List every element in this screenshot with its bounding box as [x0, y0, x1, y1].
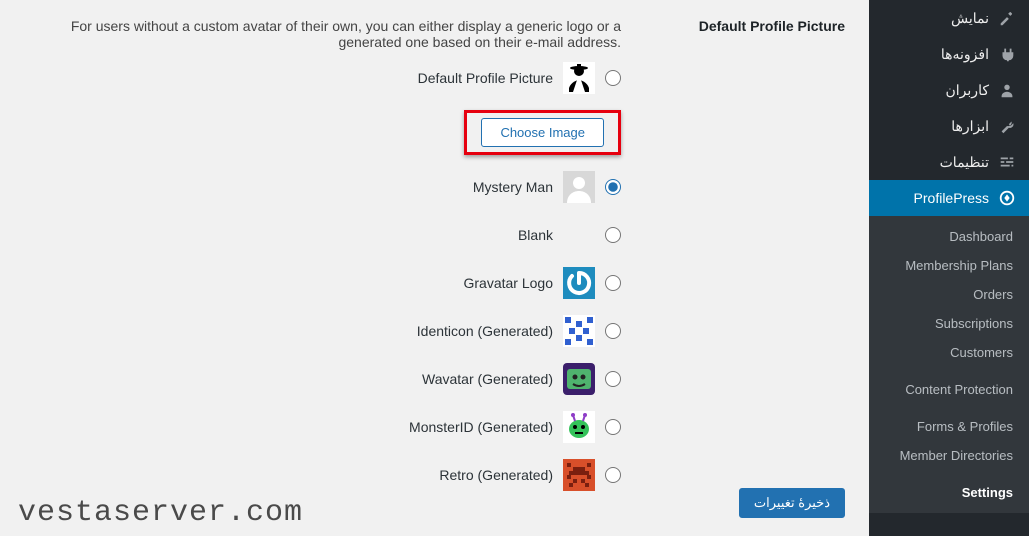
monsterid-icon — [563, 411, 595, 443]
submenu-orders[interactable]: Orders — [869, 280, 1029, 309]
sidebar-item-tools[interactable]: ابزارها — [869, 108, 1029, 144]
brush-icon — [997, 8, 1017, 28]
option-label: Mystery Man — [473, 179, 553, 195]
radio-gravatar[interactable] — [605, 275, 621, 291]
radio-mystery-man[interactable] — [605, 179, 621, 195]
option-gravatar-logo[interactable]: Gravatar Logo — [464, 267, 622, 299]
submenu-subscriptions[interactable]: Subscriptions — [869, 309, 1029, 338]
wrench-icon — [997, 116, 1017, 136]
radio-monsterid[interactable] — [605, 419, 621, 435]
radio-default[interactable] — [605, 70, 621, 86]
option-label: Retro (Generated) — [439, 467, 553, 483]
retro-icon — [563, 459, 595, 491]
choose-image-row: Choose Image — [464, 110, 621, 155]
watermark-text: vestaserver.com — [18, 496, 303, 530]
option-mystery-man[interactable]: Mystery Man — [473, 171, 621, 203]
submenu-member-directories[interactable]: Member Directories — [869, 441, 1029, 470]
option-label: Wavatar (Generated) — [422, 371, 553, 387]
wavatar-icon — [563, 363, 595, 395]
submenu-forms-profiles[interactable]: Forms & Profiles — [869, 412, 1029, 441]
default-avatar-icon — [563, 62, 595, 94]
sidebar-item-users[interactable]: کاربران — [869, 72, 1029, 108]
option-label: Default Profile Picture — [418, 70, 553, 86]
submenu-customers[interactable]: Customers — [869, 338, 1029, 367]
radio-identicon[interactable] — [605, 323, 621, 339]
option-blank[interactable]: Blank — [518, 219, 621, 251]
section-title: Default Profile Picture — [645, 18, 845, 491]
sidebar-item-profilepress[interactable]: ProfilePress — [869, 180, 1029, 216]
identicon-icon — [563, 315, 595, 347]
gravatar-logo-icon — [563, 267, 595, 299]
radio-retro[interactable] — [605, 467, 621, 483]
sidebar-label: کاربران — [946, 82, 989, 99]
highlight-box: Choose Image — [464, 110, 621, 155]
submenu-membership-plans[interactable]: Membership Plans — [869, 251, 1029, 280]
option-label: MonsterID (Generated) — [409, 419, 553, 435]
option-identicon[interactable]: Identicon (Generated) — [417, 315, 621, 347]
submenu: Dashboard Membership Plans Orders Subscr… — [869, 216, 1029, 513]
plug-icon — [997, 44, 1017, 64]
option-default-picture[interactable]: Default Profile Picture — [418, 62, 621, 94]
mystery-man-icon — [563, 171, 595, 203]
option-retro[interactable]: Retro (Generated) — [439, 459, 621, 491]
help-text: For users without a custom avatar of the… — [24, 18, 621, 50]
submenu-dashboard[interactable]: Dashboard — [869, 222, 1029, 251]
sidebar-label: ابزارها — [951, 118, 989, 135]
sidebar-label: نمایش — [951, 10, 989, 27]
main-content: Default Profile Picture For users withou… — [0, 0, 869, 536]
submenu-settings[interactable]: Settings — [869, 478, 1029, 507]
blank-icon — [563, 219, 595, 251]
radio-blank[interactable] — [605, 227, 621, 243]
user-icon — [997, 80, 1017, 100]
submenu-content-protection[interactable]: Content Protection — [869, 375, 1029, 404]
sidebar-label: تنظیمات — [940, 154, 989, 171]
sidebar-item-plugins[interactable]: افزونه‌ها — [869, 36, 1029, 72]
sidebar-label: افزونه‌ها — [941, 46, 989, 63]
option-wavatar[interactable]: Wavatar (Generated) — [422, 363, 621, 395]
radio-wavatar[interactable] — [605, 371, 621, 387]
profilepress-icon — [997, 188, 1017, 208]
admin-sidebar: نمایش افزونه‌ها کاربران ابزارها تنظیمات … — [869, 0, 1029, 536]
option-label: Gravatar Logo — [464, 275, 554, 291]
sidebar-item-appearance[interactable]: نمایش — [869, 0, 1029, 36]
option-monsterid[interactable]: MonsterID (Generated) — [409, 411, 621, 443]
choose-image-button[interactable]: Choose Image — [481, 118, 604, 147]
sidebar-label: ProfilePress — [914, 190, 989, 206]
sidebar-item-settings[interactable]: تنظیمات — [869, 144, 1029, 180]
option-label: Blank — [518, 227, 553, 243]
save-button[interactable]: ذخیرهٔ تغییرات — [739, 488, 845, 518]
option-label: Identicon (Generated) — [417, 323, 553, 339]
sliders-icon — [997, 152, 1017, 172]
